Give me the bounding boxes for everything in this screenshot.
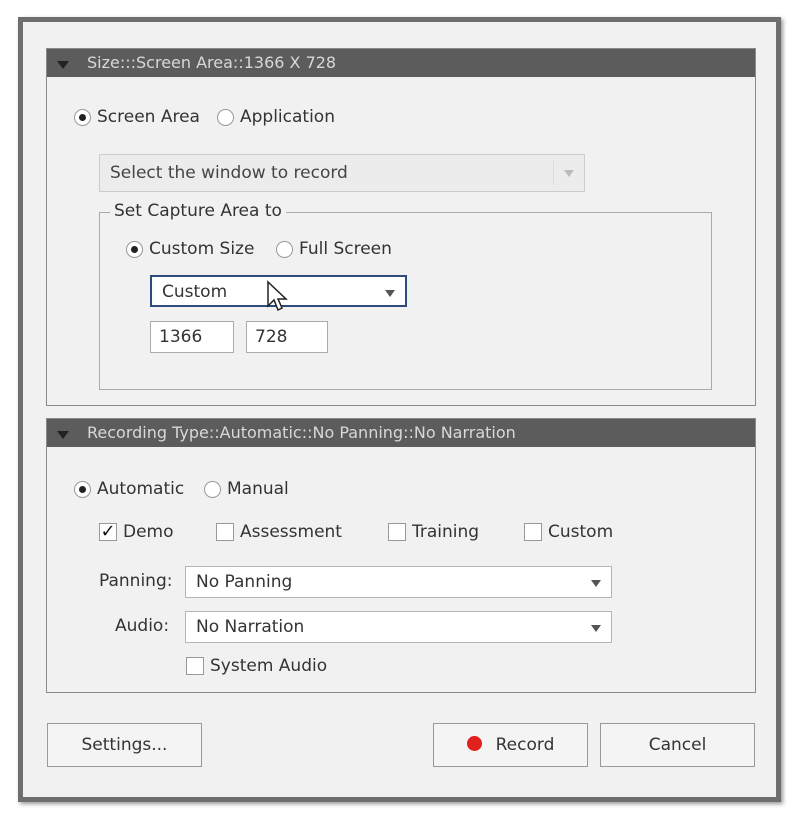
radio-automatic[interactable]: Automatic <box>74 479 184 499</box>
checkbox-assessment[interactable]: Assessment <box>216 522 342 542</box>
settings-label: Settings... <box>81 735 168 755</box>
checkbox-label: Assessment <box>240 522 342 542</box>
divider <box>553 161 554 185</box>
checkbox-icon[interactable] <box>524 523 542 541</box>
checkbox-label: Training <box>412 522 480 542</box>
settings-button[interactable]: Settings... <box>47 723 202 767</box>
height-value: 728 <box>255 327 288 347</box>
checkbox-label: Demo <box>123 522 174 542</box>
radio-icon[interactable] <box>204 480 221 498</box>
chevron-down-icon <box>564 170 574 177</box>
checkbox-training[interactable]: Training <box>388 522 479 542</box>
radio-application[interactable]: Application <box>217 107 335 127</box>
capture-group-legend: Set Capture Area to <box>110 201 286 221</box>
radio-label: Manual <box>227 479 289 499</box>
radio-icon[interactable] <box>126 240 143 258</box>
panning-value: No Panning <box>196 572 293 592</box>
checkbox-icon[interactable] <box>186 657 204 675</box>
audio-select[interactable]: No Narration <box>185 611 612 643</box>
size-panel-header[interactable]: Size:::Screen Area::1366 X 728 <box>47 49 755 77</box>
cancel-label: Cancel <box>648 735 707 755</box>
cancel-button[interactable]: Cancel <box>600 723 755 767</box>
recording-type-panel: Recording Type::Automatic::No Panning::N… <box>46 418 756 693</box>
radio-screen-area[interactable]: Screen Area <box>74 107 200 127</box>
record-button[interactable]: Record <box>433 723 588 767</box>
collapse-triangle-icon[interactable] <box>57 61 69 69</box>
record-label: Record <box>495 735 555 755</box>
height-input[interactable]: 728 <box>246 321 328 353</box>
radio-manual[interactable]: Manual <box>204 479 289 499</box>
checkbox-label: System Audio <box>210 656 328 676</box>
size-panel-title: Size:::Screen Area::1366 X 728 <box>87 53 337 72</box>
checkbox-system-audio[interactable]: System Audio <box>186 656 327 676</box>
recording-panel-title: Recording Type::Automatic::No Panning::N… <box>87 423 516 442</box>
radio-label: Automatic <box>97 479 185 499</box>
radio-icon[interactable] <box>74 480 91 498</box>
chevron-down-icon <box>591 580 601 587</box>
panning-select[interactable]: No Panning <box>185 566 612 598</box>
width-input[interactable]: 1366 <box>150 321 234 353</box>
audio-value: No Narration <box>196 617 305 637</box>
radio-label: Screen Area <box>97 107 200 127</box>
radio-custom-size[interactable]: Custom Size <box>126 239 254 259</box>
radio-icon[interactable] <box>217 108 234 126</box>
window-select[interactable]: Select the window to record <box>99 154 585 192</box>
checkbox-demo[interactable]: ✓ Demo <box>99 522 174 542</box>
radio-label: Custom Size <box>149 239 255 259</box>
checkmark-icon[interactable]: ✓ <box>99 523 117 541</box>
radio-icon[interactable] <box>74 108 91 126</box>
capture-area-group: Set Capture Area to Custom Size Full Scr… <box>99 201 712 390</box>
audio-label: Audio: <box>115 616 170 636</box>
radio-label: Application <box>240 107 335 127</box>
record-dot-icon <box>466 736 482 751</box>
size-panel: Size:::Screen Area::1366 X 728 Screen Ar… <box>46 48 756 406</box>
mouse-cursor-icon <box>267 280 288 312</box>
size-select-text: Custom <box>162 282 228 302</box>
panning-label: Panning: <box>99 571 173 591</box>
chevron-down-icon <box>591 625 601 632</box>
checkbox-label: Custom <box>548 522 614 542</box>
collapse-triangle-icon[interactable] <box>57 431 69 439</box>
window-select-text: Select the window to record <box>110 163 348 183</box>
checkbox-custom[interactable]: Custom <box>524 522 613 542</box>
width-value: 1366 <box>159 327 203 347</box>
radio-full-screen[interactable]: Full Screen <box>276 239 392 259</box>
recording-panel-header[interactable]: Recording Type::Automatic::No Panning::N… <box>47 419 755 447</box>
radio-label: Full Screen <box>299 239 392 259</box>
checkbox-icon[interactable] <box>216 523 234 541</box>
checkbox-icon[interactable] <box>388 523 406 541</box>
radio-icon[interactable] <box>276 240 293 258</box>
chevron-down-icon <box>385 290 395 297</box>
